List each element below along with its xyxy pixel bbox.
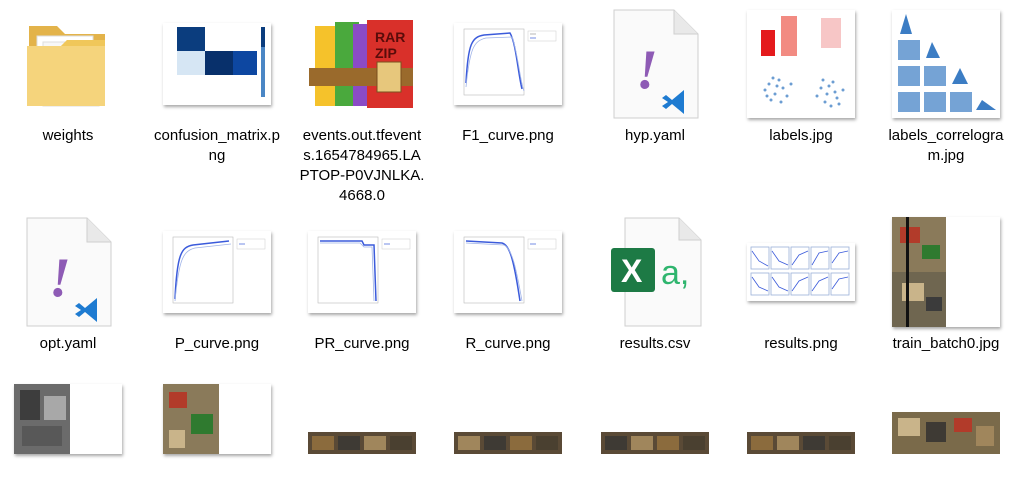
file-name: P_curve.png [174, 335, 260, 352]
file-item-results-csv[interactable]: X a, results.csv [590, 216, 720, 354]
file-item-image[interactable] [736, 384, 866, 496]
file-item-image[interactable] [881, 384, 1011, 496]
file-name: confusion_matrix.png [154, 127, 280, 164]
f1-curve-thumbnail [452, 8, 564, 120]
file-item-opt-yaml[interactable]: ! opt.yaml [3, 216, 133, 354]
file-item-weights[interactable]: weights [3, 8, 133, 146]
file-item-f1-curve[interactable]: F1_curve.png [443, 8, 573, 146]
folder-icon [12, 8, 124, 120]
excel-letter: X [621, 253, 643, 289]
file-name: results.csv [619, 335, 691, 352]
file-name: labels_correlogram.jpg [888, 127, 1004, 164]
photo-thumbnail [161, 384, 273, 496]
photo-strip-thumbnail [452, 384, 564, 496]
file-item-confusion-matrix[interactable]: confusion_matrix.png [152, 8, 282, 166]
p-curve-thumbnail [161, 216, 273, 328]
yaml-vscode-icon: ! [12, 216, 124, 328]
file-name: train_batch0.jpg [892, 335, 1000, 352]
excel-csv-icon: X a, [599, 216, 711, 328]
file-name: results.png [764, 335, 838, 352]
file-item-labels[interactable]: labels.jpg [736, 8, 866, 146]
file-name: labels.jpg [769, 127, 833, 144]
file-name: R_curve.png [465, 335, 551, 352]
train-batch-thumbnail [890, 216, 1002, 328]
zip-text: ZIP [375, 45, 397, 61]
file-name: opt.yaml [39, 335, 97, 352]
rar-zip-archive-icon: RAR ZIP [306, 8, 418, 120]
photo-strip-thumbnail [306, 384, 418, 496]
file-item-pr-curve[interactable]: PR_curve.png [297, 216, 427, 354]
file-item-image[interactable] [152, 384, 282, 496]
file-item-p-curve[interactable]: P_curve.png [152, 216, 282, 354]
file-name: events.out.tfevents.1654784965.LAPTOP-P0… [299, 127, 425, 204]
results-thumbnail [745, 216, 857, 328]
file-name: hyp.yaml [624, 127, 686, 144]
csv-glyph: a, [661, 254, 689, 292]
file-item-image[interactable] [443, 384, 573, 496]
photo-strip-thumbnail [599, 384, 711, 496]
labels-correlogram-thumbnail [890, 8, 1002, 120]
rar-text: RAR [375, 29, 405, 45]
file-item-image[interactable] [297, 384, 427, 496]
file-item-train-batch0[interactable]: train_batch0.jpg [881, 216, 1011, 354]
file-explorer-grid: weights confusion_matrix.png RAR ZIP eve… [0, 0, 1030, 454]
photo-thumbnail [890, 384, 1002, 496]
confusion-matrix-thumbnail [161, 8, 273, 120]
yaml-vscode-icon: ! [599, 8, 711, 120]
exclamation-glyph: ! [636, 39, 658, 101]
pr-curve-thumbnail [306, 216, 418, 328]
r-curve-thumbnail [452, 216, 564, 328]
file-item-labels-correlogram[interactable]: labels_correlogram.jpg [881, 8, 1011, 166]
file-name: PR_curve.png [314, 335, 410, 352]
file-item-hyp-yaml[interactable]: ! hyp.yaml [590, 8, 720, 146]
file-item-image[interactable] [3, 384, 133, 496]
file-item-image[interactable] [590, 384, 720, 496]
photo-strip-thumbnail [745, 384, 857, 496]
file-name: weights [42, 127, 94, 144]
file-item-r-curve[interactable]: R_curve.png [443, 216, 573, 354]
photo-thumbnail [12, 384, 124, 496]
file-name: F1_curve.png [462, 127, 554, 144]
file-item-events-archive[interactable]: RAR ZIP events.out.tfevents.1654784965.L… [297, 8, 427, 206]
file-item-results-png[interactable]: results.png [736, 216, 866, 354]
labels-thumbnail [745, 8, 857, 120]
exclamation-glyph: ! [49, 247, 71, 309]
